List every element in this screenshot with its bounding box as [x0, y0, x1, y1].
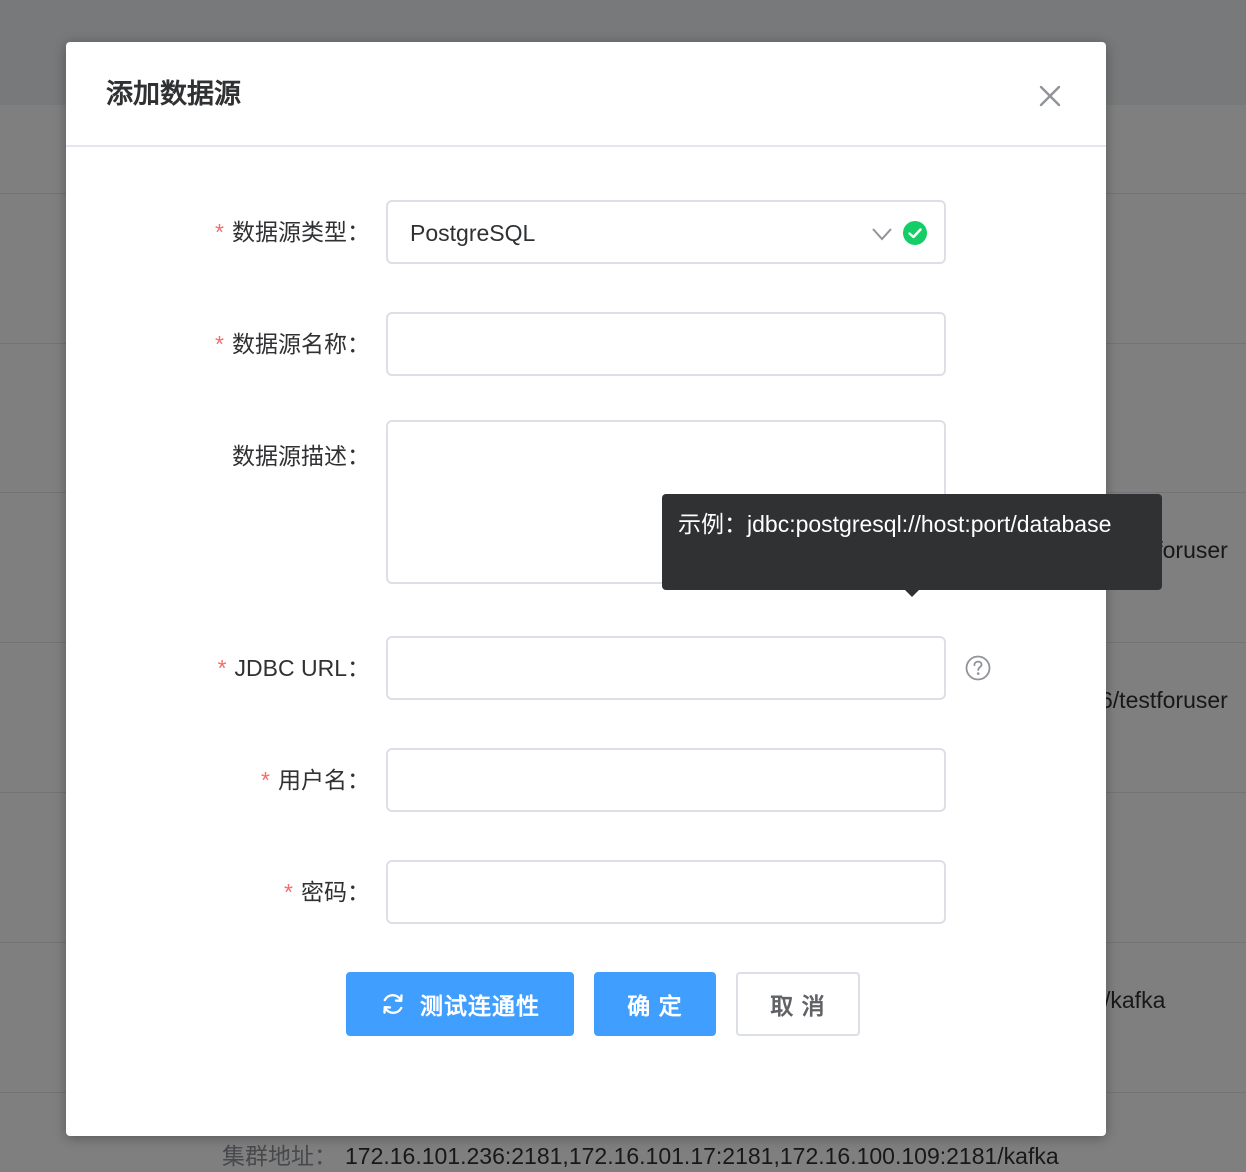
jdbc-url-label: * JDBC URL： — [218, 653, 370, 683]
refresh-icon — [383, 994, 403, 1014]
username-input[interactable] — [386, 748, 946, 812]
help-question-icon[interactable] — [964, 654, 992, 682]
jdbc-url-label-text: JDBC URL： — [234, 655, 370, 681]
required-mark: * — [215, 331, 224, 357]
test-connection-label: 测试连通性 — [420, 993, 540, 1019]
dialog-header: 添加数据源 — [66, 42, 1106, 147]
cancel-button[interactable]: 取 消 — [736, 972, 860, 1036]
datasource-name-input[interactable] — [386, 312, 946, 376]
required-mark: * — [261, 767, 270, 793]
confirm-button[interactable]: 确 定 — [594, 972, 716, 1036]
username-label-text: 用户名： — [278, 767, 370, 793]
dialog-title: 添加数据源 — [106, 79, 241, 109]
required-mark: * — [217, 655, 227, 681]
name-label-text: 数据源名称： — [232, 331, 370, 357]
required-mark: * — [215, 219, 224, 245]
close-icon — [1039, 85, 1061, 107]
cancel-label: 取 消 — [770, 993, 826, 1019]
success-check-icon — [903, 221, 927, 245]
jdbc-url-example-tooltip: 示例：jdbc:postgresql://host:port/database — [662, 494, 1162, 590]
name-label: * 数据源名称： — [215, 329, 370, 359]
jdbc-url-input[interactable] — [386, 636, 946, 700]
test-connection-button[interactable]: 测试连通性 — [346, 972, 574, 1036]
password-input[interactable] — [386, 860, 946, 924]
datasource-type-select[interactable]: PostgreSQL — [386, 200, 946, 264]
type-label: * 数据源类型： — [215, 217, 370, 247]
description-label: 数据源描述： — [232, 443, 370, 469]
type-label-text: 数据源类型： — [232, 219, 370, 245]
close-button[interactable] — [1034, 80, 1066, 112]
select-value: PostgreSQL — [410, 220, 536, 246]
password-label-text: 密码： — [301, 879, 370, 905]
tooltip-arrow — [904, 589, 920, 597]
password-label: * 密码： — [284, 877, 370, 907]
username-label: * 用户名： — [261, 765, 370, 795]
chevron-down-icon — [872, 228, 892, 241]
confirm-label: 确 定 — [627, 993, 683, 1019]
required-mark: * — [284, 879, 293, 905]
